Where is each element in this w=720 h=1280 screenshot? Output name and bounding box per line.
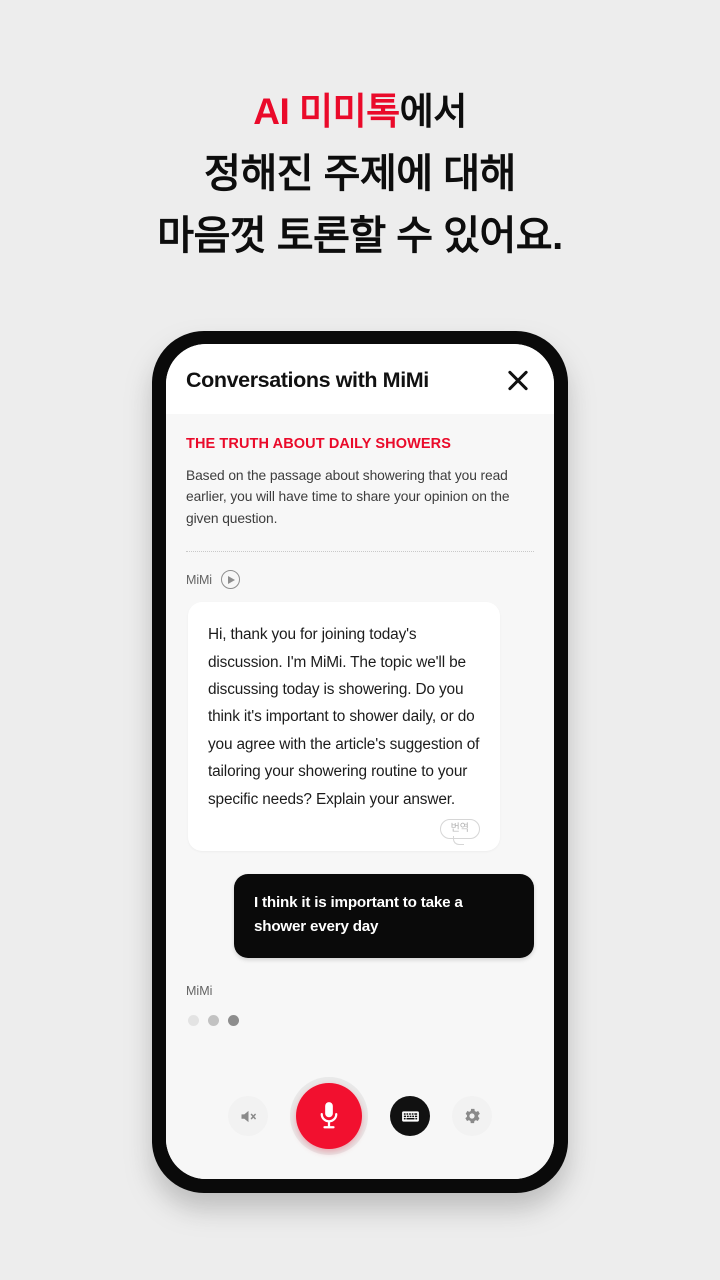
headline-line-1: AI 미미톡에서 (0, 88, 720, 136)
keyboard-button[interactable] (390, 1096, 430, 1136)
phone-screen: Conversations with MiMi THE TRUTH ABOUT … (166, 344, 554, 1179)
typing-dot (208, 1014, 219, 1026)
play-circle-icon[interactable] (220, 570, 240, 590)
mimi-message-text: Hi, thank you for joining today's discus… (208, 626, 480, 808)
section-divider (186, 551, 534, 553)
speaker-label: MiMi (186, 572, 212, 587)
headline-accent-text: AI 미미톡 (253, 91, 400, 132)
mute-button[interactable] (228, 1096, 268, 1136)
keyboard-icon (400, 1106, 421, 1127)
app-header: Conversations with MiMi (166, 344, 554, 414)
headline-line-1-rest: 에서 (399, 91, 468, 132)
page-title: Conversations with MiMi (186, 367, 429, 392)
record-button[interactable] (290, 1077, 368, 1155)
gear-icon (462, 1106, 482, 1126)
control-bar (166, 1061, 554, 1179)
typing-indicator-block: MiMi (186, 984, 534, 1026)
topic-title: THE TRUTH ABOUT DAILY SHOWERS (186, 436, 451, 452)
speaker-row-mimi: MiMi (186, 570, 534, 590)
settings-button[interactable] (452, 1096, 492, 1136)
chat-body: THE TRUTH ABOUT DAILY SHOWERS Based on t… (166, 414, 554, 1061)
mic-button-inner (296, 1083, 362, 1149)
user-message-row: I think it is important to take a shower… (186, 874, 534, 958)
typing-dot (228, 1014, 239, 1026)
promo-headline: AI 미미톡에서 정해진 주제에 대해 마음껏 토론할 수 있어요. (0, 88, 720, 262)
typing-dots (186, 1014, 534, 1026)
headline-line-3: 마음껏 토론할 수 있어요. (157, 214, 563, 259)
translate-button[interactable]: 번역 (439, 819, 480, 846)
phone-mockup: Conversations with MiMi THE TRUTH ABOUT … (152, 331, 568, 1193)
typing-dot (188, 1014, 199, 1026)
speaker-mute-icon (238, 1106, 259, 1127)
microphone-icon (316, 1100, 342, 1132)
message-bubble-mimi: Hi, thank you for joining today's discus… (188, 602, 500, 852)
typing-speaker-label: MiMi (186, 983, 213, 998)
topic-description: Based on the passage about showering tha… (186, 468, 510, 526)
headline-line-2: 정해진 주제에 대해 (204, 152, 516, 197)
close-icon[interactable] (504, 366, 532, 394)
message-bubble-user: I think it is important to take a shower… (234, 874, 534, 958)
translate-row: 번역 (208, 819, 480, 846)
